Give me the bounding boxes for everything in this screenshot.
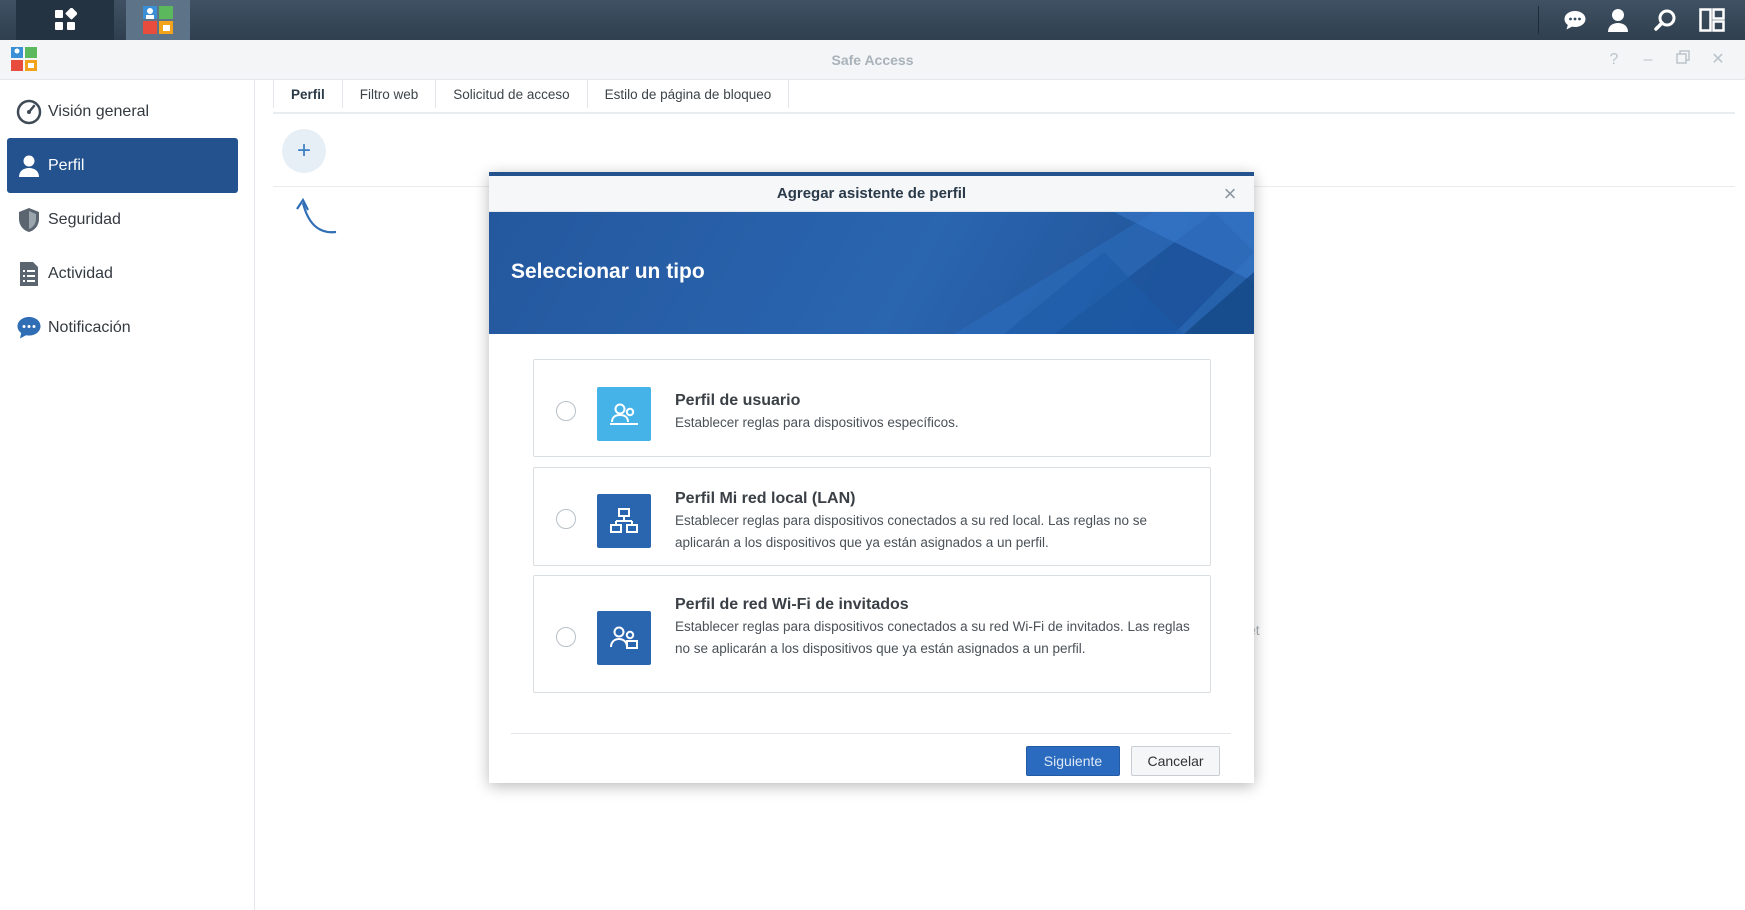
sidebar-item-notificacion[interactable]: Notificación <box>7 300 238 355</box>
option-description: Establecer reglas para dispositivos cone… <box>675 513 1148 550</box>
close-window-icon[interactable]: ✕ <box>1708 50 1728 70</box>
option-title: Perfil de red Wi-Fi de invitados <box>675 596 909 613</box>
restore-icon[interactable] <box>1673 50 1693 70</box>
taskbar-separator <box>1538 6 1539 34</box>
plus-icon: + <box>296 137 311 164</box>
option-title: Perfil de usuario <box>675 392 801 409</box>
add-profile-wizard-dialog: Agregar asistente de perfil × Selecciona… <box>489 172 1254 783</box>
shield-icon <box>16 207 42 233</box>
window-title: Safe Access <box>831 52 914 68</box>
tab-perfil[interactable]: Perfil <box>273 80 343 108</box>
user-profile-icon <box>597 387 651 441</box>
close-icon[interactable]: × <box>1220 183 1240 205</box>
search-icon[interactable] <box>1642 8 1688 32</box>
sidebar-item-vision-general[interactable]: Visión general <box>7 84 238 139</box>
chat-icon[interactable] <box>1556 9 1594 31</box>
sidebar-item-label: Visión general <box>48 102 150 120</box>
sidebar-item-label: Actividad <box>48 264 113 282</box>
guest-wifi-profile-radio[interactable] <box>556 627 576 647</box>
taskbar <box>0 0 1745 40</box>
user-icon[interactable] <box>1594 8 1642 32</box>
help-icon[interactable]: ? <box>1604 50 1624 70</box>
grid-menu-icon <box>55 8 77 30</box>
taskbar-right-icons <box>1556 0 1736 40</box>
gauge-icon <box>16 99 42 125</box>
safe-access-app-icon <box>143 6 173 34</box>
dialog-header: Agregar asistente de perfil × <box>489 176 1254 212</box>
option-user-profile[interactable]: Perfil de usuario Establecer reglas para… <box>533 359 1211 457</box>
user-icon <box>16 153 42 179</box>
dialog-title: Agregar asistente de perfil <box>776 185 967 202</box>
add-profile-button[interactable]: + <box>282 129 326 173</box>
network-icon <box>597 494 651 548</box>
tab-underline <box>273 112 1735 114</box>
user-profile-radio[interactable] <box>556 401 576 421</box>
chat-bubble-icon <box>16 315 42 341</box>
tab-solicitud-de-acceso[interactable]: Solicitud de acceso <box>436 80 588 108</box>
sidebar-item-seguridad[interactable]: Seguridad <box>7 192 238 247</box>
dialog-footer-divider <box>511 733 1231 734</box>
option-guest-wifi-profile[interactable]: Perfil de red Wi-Fi de invitados Estable… <box>533 575 1211 693</box>
document-list-icon <box>16 261 42 287</box>
tab-filtro-web[interactable]: Filtro web <box>343 80 437 108</box>
sidebar-item-label: Notificación <box>48 318 131 336</box>
wizard-step-title: Seleccionar un tipo <box>511 260 705 283</box>
sidebar-item-label: Seguridad <box>48 210 121 228</box>
cancel-button[interactable]: Cancelar <box>1131 746 1220 776</box>
option-description: Establecer reglas para dispositivos cone… <box>675 619 1190 656</box>
option-title: Perfil Mi red local (LAN) <box>675 490 856 507</box>
next-button[interactable]: Siguiente <box>1026 746 1120 776</box>
banner-decoration <box>954 212 1254 334</box>
wizard-banner: Seleccionar un tipo <box>489 212 1254 334</box>
minimize-icon[interactable]: – <box>1638 50 1658 70</box>
lan-profile-radio[interactable] <box>556 509 576 529</box>
safe-access-taskbar-button[interactable] <box>126 0 190 40</box>
tab-estilo-pagina-bloqueo[interactable]: Estilo de página de bloqueo <box>588 80 790 108</box>
guest-network-icon <box>597 611 651 665</box>
sidebar: Visión general Perfil Seguridad Activida… <box>0 80 255 910</box>
sidebar-item-label: Perfil <box>48 156 85 174</box>
sidebar-item-perfil[interactable]: Perfil <box>7 138 238 193</box>
option-description: Establecer reglas para dispositivos espe… <box>675 415 959 430</box>
main-menu-button[interactable] <box>16 0 114 40</box>
window-titlebar: Safe Access ? – ✕ <box>0 40 1745 80</box>
sidebar-item-actividad[interactable]: Actividad <box>7 246 238 301</box>
option-lan-profile[interactable]: Perfil Mi red local (LAN) Establecer reg… <box>533 467 1211 566</box>
widgets-icon[interactable] <box>1688 8 1736 32</box>
tab-bar: Perfil Filtro web Solicitud de acceso Es… <box>273 80 790 114</box>
curved-arrow-icon <box>296 197 340 242</box>
